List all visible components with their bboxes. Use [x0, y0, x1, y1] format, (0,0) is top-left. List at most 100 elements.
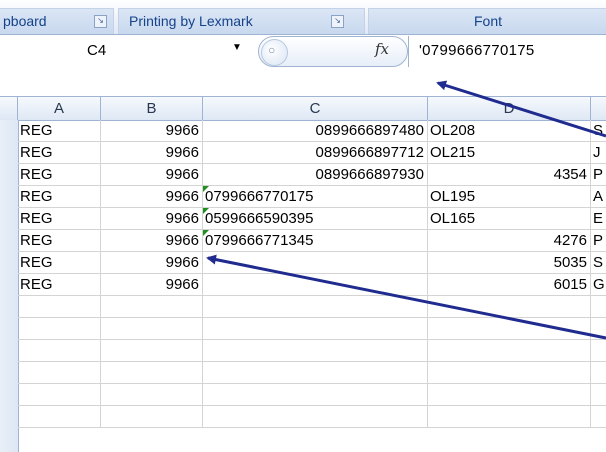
table-cell[interactable] [203, 252, 428, 274]
spreadsheet-grid: A B C D REG 9966 0899666897480 OL208 S REG 996… [0, 80, 606, 452]
ribbon-group-clipboard[interactable]: pboard ↘ [0, 8, 114, 34]
table-cell[interactable]: 0899666897930 [203, 164, 428, 186]
table-cell[interactable]: REG [18, 164, 101, 186]
formula-knob-icon: ○ [261, 39, 288, 66]
column-headers: A B C D [0, 96, 606, 121]
table-cell[interactable] [18, 406, 101, 428]
table-cell[interactable]: REG [18, 120, 101, 142]
dialog-launcher-icon[interactable]: ↘ [94, 15, 107, 28]
name-box-value: C4 [87, 42, 107, 59]
table-cell[interactable] [591, 318, 606, 340]
table-cell[interactable] [428, 362, 591, 384]
dialog-launcher-icon[interactable]: ↘ [331, 15, 344, 28]
table-cell[interactable]: 0899666897480 [203, 120, 428, 142]
table-cell[interactable]: 6015 [428, 274, 591, 296]
table-cell[interactable]: 9966 [101, 274, 203, 296]
table-cell[interactable]: A [591, 186, 606, 208]
table-cell[interactable] [591, 384, 606, 406]
error-indicator-icon[interactable] [203, 230, 209, 236]
table-cell[interactable]: REG [18, 252, 101, 274]
table-cell[interactable]: REG [18, 274, 101, 296]
table-cell[interactable]: 4276 [428, 230, 591, 252]
column-header-d[interactable]: D [428, 97, 591, 121]
table-cell[interactable] [18, 296, 101, 318]
table-cell[interactable]: P [591, 164, 606, 186]
table-cell[interactable]: OL208 [428, 120, 591, 142]
table-cell[interactable]: G [591, 274, 606, 296]
table-cell[interactable] [428, 406, 591, 428]
table-cell[interactable] [203, 384, 428, 406]
table-cell[interactable] [591, 340, 606, 362]
table-cell[interactable]: 9966 [101, 230, 203, 252]
table-cell[interactable] [18, 362, 101, 384]
select-all-corner[interactable] [0, 97, 18, 121]
table-cell[interactable] [203, 274, 428, 296]
table-cell[interactable]: 9966 [101, 142, 203, 164]
column-header-a[interactable]: A [18, 97, 101, 121]
table-cell[interactable]: S [591, 252, 606, 274]
table-cell[interactable]: P [591, 230, 606, 252]
table-cell[interactable]: 9966 [101, 252, 203, 274]
table-cell[interactable] [101, 406, 203, 428]
error-indicator-icon[interactable] [203, 208, 209, 214]
formula-controls: ○ fx [258, 36, 408, 67]
table-cell[interactable] [18, 384, 101, 406]
formula-input[interactable]: '0799666770175 [408, 36, 606, 67]
table-cell[interactable] [428, 384, 591, 406]
table-cell[interactable] [428, 340, 591, 362]
ribbon: pboard ↘ Printing by Lexmark ↘ Font [0, 0, 606, 35]
name-box[interactable]: C4 ▼ [0, 36, 242, 96]
table-cell[interactable] [101, 296, 203, 318]
table-cell[interactable]: 4354 [428, 164, 591, 186]
ribbon-group-printing[interactable]: Printing by Lexmark ↘ [118, 8, 365, 34]
ribbon-group-font[interactable]: Font [368, 8, 606, 34]
formula-bar: C4 ▼ ○ fx '0799666770175 [0, 36, 606, 96]
table-cell[interactable] [203, 406, 428, 428]
insert-function-icon[interactable]: fx [375, 40, 389, 58]
table-cell[interactable]: 0799666771345 [203, 230, 428, 252]
formula-text: '0799666770175 [419, 42, 535, 59]
table-cell[interactable]: 0899666897712 [203, 142, 428, 164]
table-cell[interactable]: OL165 [428, 208, 591, 230]
table-cell[interactable]: REG [18, 208, 101, 230]
table-cell[interactable]: REG [18, 186, 101, 208]
ribbon-group-label: pboard [3, 13, 47, 29]
chevron-down-icon[interactable]: ▼ [232, 42, 242, 53]
table-cell[interactable] [428, 318, 591, 340]
table-cell[interactable] [101, 340, 203, 362]
error-indicator-icon[interactable] [203, 186, 209, 192]
table-cell[interactable] [101, 318, 203, 340]
ribbon-group-label: Printing by Lexmark [129, 13, 253, 29]
table-cell[interactable]: 0599666590395 [203, 208, 428, 230]
table-cell[interactable] [18, 318, 101, 340]
table-cell[interactable] [203, 318, 428, 340]
table-cell[interactable]: 9966 [101, 120, 203, 142]
table-cell[interactable]: REG [18, 230, 101, 252]
table-cell[interactable] [591, 296, 606, 318]
column-header-b[interactable]: B [101, 97, 203, 121]
table-cell[interactable]: REG [18, 142, 101, 164]
table-cell[interactable]: 9966 [101, 208, 203, 230]
table-cell[interactable] [428, 296, 591, 318]
table-cell[interactable] [591, 362, 606, 384]
table-cell[interactable]: 0799666770175 [203, 186, 428, 208]
table-cell[interactable] [101, 384, 203, 406]
table-cell[interactable] [203, 296, 428, 318]
table-cell[interactable]: J [591, 142, 606, 164]
table-cell[interactable]: 9966 [101, 164, 203, 186]
table-cell[interactable]: S [591, 120, 606, 142]
ribbon-group-label: Font [473, 13, 502, 29]
table-cell[interactable]: E [591, 208, 606, 230]
table-cell[interactable] [591, 406, 606, 428]
column-header-c[interactable]: C [203, 97, 428, 121]
table-cell[interactable]: OL195 [428, 186, 591, 208]
table-cell[interactable] [203, 340, 428, 362]
column-header-e[interactable] [591, 97, 606, 121]
row-header-strip[interactable] [0, 120, 19, 452]
table-cell[interactable] [203, 362, 428, 384]
table-cell[interactable] [18, 340, 101, 362]
table-cell[interactable]: OL215 [428, 142, 591, 164]
table-cell[interactable]: 5035 [428, 252, 591, 274]
table-cell[interactable]: 9966 [101, 186, 203, 208]
table-cell[interactable] [101, 362, 203, 384]
